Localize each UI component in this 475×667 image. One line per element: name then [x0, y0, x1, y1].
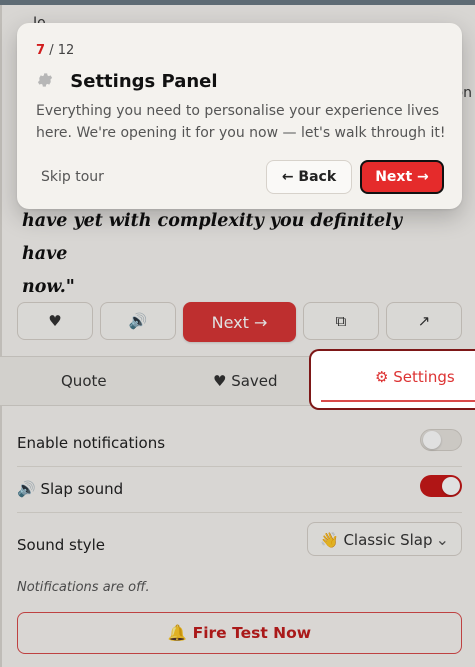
skip-tour-link[interactable]: Skip tour — [41, 169, 104, 185]
tour-back-button[interactable]: ← Back — [266, 160, 352, 194]
quote-action-bar: ♥ 🔊 Next → ⧉ ↗ — [17, 302, 462, 344]
sound-style-select[interactable]: 👋 Classic Slap ⌄ — [307, 522, 462, 556]
tour-step-indicator: 7 / 12 — [36, 43, 74, 58]
tab-settings[interactable]: ⚙ Settings — [375, 368, 455, 386]
notifications-label: Enable notifications — [17, 434, 166, 452]
sound-style-value: 👋 Classic Slap — [320, 531, 433, 549]
slap-sound-row: 🔊 Slap sound — [17, 466, 462, 513]
play-sound-button[interactable]: 🔊 — [100, 302, 176, 340]
quote-line-1: have yet with complexity you definitely … — [22, 211, 402, 264]
quote-text: have yet with complexity you definitely … — [22, 205, 452, 304]
copy-icon: ⧉ — [335, 312, 347, 330]
notifications-toggle[interactable] — [420, 429, 462, 451]
quote-line-2: now." — [22, 277, 75, 297]
favorite-button[interactable]: ♥ — [17, 302, 93, 340]
share-icon: ↗ — [417, 312, 431, 330]
tour-highlight-inner: ⚙ Settings — [321, 359, 475, 402]
share-button[interactable]: ↗ — [386, 302, 462, 340]
gear-icon — [36, 71, 54, 89]
window-top-strip — [0, 0, 475, 5]
sound-style-label: Sound style — [17, 536, 105, 554]
speaker-icon: 🔊 — [128, 312, 148, 330]
next-quote-button[interactable]: Next → — [183, 302, 296, 342]
toggle-knob — [442, 477, 460, 495]
notifications-row: Enable notifications — [17, 420, 462, 467]
notifications-status-text: Notifications are off. — [17, 580, 150, 595]
chevron-down-icon: ⌄ — [435, 530, 449, 549]
tour-step-total: / 12 — [49, 43, 75, 58]
tab-saved[interactable]: ♥ Saved — [213, 357, 278, 405]
next-quote-label: Next → — [211, 312, 268, 332]
tour-dialog: 7 / 12 Settings Panel Everything you nee… — [17, 23, 462, 209]
app-window: have yet with complexity you definitely … — [0, 0, 475, 667]
fire-test-label: 🔔 Fire Test Now — [167, 624, 312, 642]
slap-sound-label: 🔊 Slap sound — [17, 480, 124, 498]
tab-quote[interactable]: Quote — [61, 357, 107, 405]
fire-test-button[interactable]: 🔔 Fire Test Now — [17, 612, 462, 654]
toggle-knob — [423, 431, 441, 449]
heart-icon: ♥ — [48, 312, 62, 330]
tour-title-text: Settings Panel — [70, 71, 218, 92]
left-divider — [0, 5, 2, 667]
copy-button[interactable]: ⧉ — [303, 302, 379, 340]
slap-sound-toggle[interactable] — [420, 475, 462, 497]
tour-next-button[interactable]: Next → — [360, 160, 444, 194]
tour-highlight-settings: ⚙ Settings — [309, 349, 475, 410]
tour-title: Settings Panel — [36, 71, 218, 92]
tour-description: Everything you need to personalise your … — [36, 103, 446, 141]
tour-step-current: 7 — [36, 43, 46, 58]
sound-style-row: Sound style 👋 Classic Slap ⌄ — [17, 522, 462, 570]
